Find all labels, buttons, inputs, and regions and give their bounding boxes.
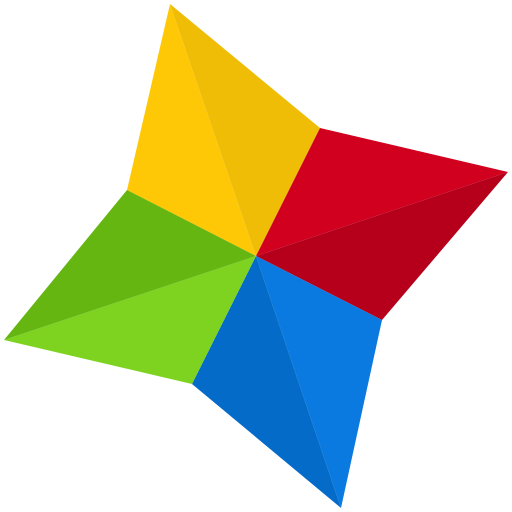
pinwheel-star-logo-icon — [4, 4, 508, 508]
app-icon-canvas — [0, 0, 512, 512]
